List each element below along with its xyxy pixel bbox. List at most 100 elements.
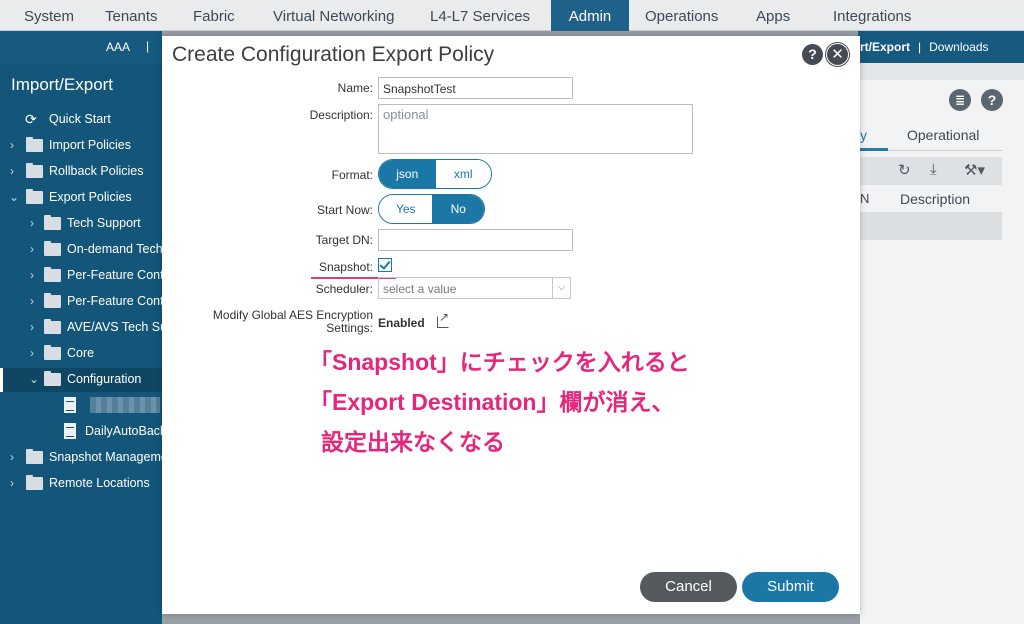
tools-icon[interactable]: ⚒▾ [964,161,985,179]
sidebar-item-core[interactable]: › Core [0,342,162,366]
sidebar-item-label: Configuration [67,372,142,386]
sub-navigation: AAA | [0,31,162,63]
tab-divider [888,150,1002,151]
chevron-down-icon[interactable]: ⌄ [29,372,41,386]
tab-fabric[interactable]: Fabric [193,0,235,31]
subnav-separator: | [146,39,150,53]
subnav-aaa[interactable]: AAA [106,40,130,54]
sidebar-item-label: Per-Feature Cont [67,294,162,308]
document-icon [64,397,76,413]
external-link-icon[interactable] [437,310,449,328]
chevron-right-icon[interactable]: › [30,346,42,360]
tab-operational[interactable]: Operational [907,127,979,143]
folder-icon [26,475,43,490]
tab-apps[interactable]: Apps [756,0,790,31]
aes-label-line2: Settings: [326,321,373,335]
snapshot-label: Snapshot: [318,260,373,274]
name-field[interactable]: SnapshotTest [378,77,573,99]
chevron-right-icon[interactable]: › [10,476,22,490]
breadcrumb: rt/Export | Downloads [860,40,989,54]
chevron-right-icon[interactable]: › [10,450,22,464]
start-now-no-option[interactable]: No [432,195,484,223]
annotation-line2: 「Export Destination」欄が消え、 [309,389,675,415]
column-header-partial[interactable]: N [860,191,869,206]
sidebar-item-ave-avs[interactable]: › AVE/AVS Tech Su [0,316,162,340]
sidebar-item-rollback-policies[interactable]: › Rollback Policies [0,160,162,184]
chevron-right-icon[interactable]: › [30,268,42,282]
folder-icon [44,371,61,386]
aes-label: Modify Global AES Encryption Settings: [213,309,373,335]
chevron-down-icon[interactable]: ⌄ [9,190,21,204]
sidebar-item-label: On-demand Tech [67,242,162,256]
sidebar-item-export-policies[interactable]: ⌄ Export Policies [0,186,162,210]
submit-button[interactable]: Submit [742,572,839,602]
sidebar-item-dailyautoback[interactable]: DailyAutoBack [0,420,162,444]
chevron-right-icon[interactable]: › [30,320,42,334]
sidebar-item-snapshot-management[interactable]: › Snapshot Manageme [0,446,162,470]
breadcrumb-downloads[interactable]: Downloads [929,40,988,54]
dialog-title: Create Configuration Export Policy [172,43,495,66]
tab-virtual-networking[interactable]: Virtual Networking [273,0,394,31]
column-header-description[interactable]: Description [900,191,970,207]
tab-l4-l7-services[interactable]: L4-L7 Services [430,0,530,31]
folder-icon [26,449,43,464]
chevron-right-icon[interactable]: › [30,216,42,230]
sidebar-item-label: Import Policies [49,138,131,152]
scheduler-label: Scheduler: [315,282,373,296]
tab-system[interactable]: System [24,0,74,31]
chevron-right-icon[interactable]: › [10,138,22,152]
folder-icon [44,293,61,308]
table-toolbar: ↻ ⤓ ⚒▾ [860,157,1002,185]
sidebar-item-quick-start[interactable]: ⟳ Quick Start [0,108,162,132]
redacted-label [90,397,160,413]
format-label: Format: [331,168,373,182]
table-row[interactable] [860,212,1002,240]
folder-icon [44,215,61,230]
annotation-text: 「Snapshot」にチェックを入れると 「Export Destination… [309,342,690,462]
create-export-policy-dialog: Create Configuration Export Policy ? ✕ N… [162,36,860,614]
cancel-button[interactable]: Cancel [640,572,737,602]
tab-tenants[interactable]: Tenants [105,0,158,31]
folder-icon [44,267,61,282]
description-field[interactable]: optional [378,104,693,154]
sidebar-item-remote-locations[interactable]: › Remote Locations [0,472,162,496]
sidebar-item-configuration[interactable]: ⌄ Configuration [0,368,162,392]
chevron-right-icon[interactable]: › [30,294,42,308]
tab-integrations[interactable]: Integrations [833,0,911,31]
close-button[interactable]: ✕ [826,43,849,66]
folder-icon [44,345,61,360]
top-navigation: System Tenants Fabric Virtual Networking… [0,0,1024,31]
refresh-icon[interactable]: ↻ [898,161,911,179]
sidebar-item-on-demand-tech[interactable]: › On-demand Tech [0,238,162,262]
scheduler-select[interactable]: select a value ⌵ [378,277,571,299]
format-toggle: json xml [378,159,492,189]
chevron-right-icon[interactable]: › [30,242,42,256]
target-dn-field[interactable] [378,229,573,251]
chevron-down-icon[interactable]: ⌵ [552,278,570,298]
sidebar-item-redacted[interactable] [0,394,162,418]
snapshot-checkbox[interactable] [378,258,392,272]
download-icon[interactable]: ⤓ [930,161,937,178]
scheduler-placeholder: select a value [383,282,457,296]
start-now-yes-option[interactable]: Yes [379,195,433,223]
list-icon[interactable]: ≣ [949,89,971,111]
sidebar-item-import-policies[interactable]: › Import Policies [0,134,162,158]
sidebar-item-label: Export Policies [49,190,132,204]
format-xml-option[interactable]: xml [435,160,491,188]
sidebar-item-label: AVE/AVS Tech Su [67,320,162,334]
help-icon[interactable]: ? [981,89,1003,111]
help-button[interactable]: ? [802,44,823,65]
sidebar-item-tech-support[interactable]: › Tech Support [0,212,162,236]
tab-policy-partial[interactable]: y [860,127,867,143]
sidebar-item-per-feature-1[interactable]: › Per-Feature Cont [0,264,162,288]
format-json-option[interactable]: json [379,160,436,188]
breadcrumb-import-export[interactable]: rt/Export [860,40,910,54]
sidebar-item-per-feature-2[interactable]: › Per-Feature Cont [0,290,162,314]
chevron-right-icon[interactable]: › [10,164,22,178]
start-now-toggle: Yes No [378,194,485,224]
annotation-line3: 設定出来なくなる [321,429,505,455]
tab-operations[interactable]: Operations [645,0,718,31]
tab-admin[interactable]: Admin [551,0,629,31]
sidebar-item-label: Quick Start [49,112,111,126]
annotation-line1: 「Snapshot」にチェックを入れると [309,349,690,375]
